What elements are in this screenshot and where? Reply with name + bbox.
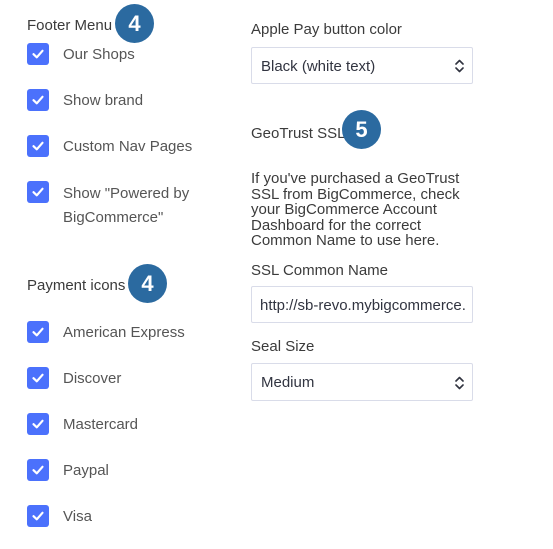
payment-item-discover[interactable]: Discover	[27, 367, 121, 390]
checkbox[interactable]	[27, 459, 49, 481]
checkbox-label: Custom Nav Pages	[63, 138, 193, 155]
geotrust-step-badge: 5	[342, 110, 381, 149]
checkmark-icon	[32, 49, 44, 59]
footer-menu-title: Footer Menu	[27, 17, 113, 34]
checkbox-label: Show "Powered by BigCommerce"	[63, 185, 190, 226]
footer-item-powered-by[interactable]: Show "Powered by BigCommerce"	[27, 181, 203, 230]
footer-item-our-shops[interactable]: Our Shops	[27, 43, 135, 66]
select-value: Black (white text)	[261, 58, 376, 75]
apple-pay-label: Apple Pay button color	[251, 21, 402, 38]
checkbox[interactable]	[27, 89, 49, 111]
select-arrows-icon	[455, 376, 464, 390]
geotrust-help-text: If you've purchased a GeoTrust SSL from …	[251, 170, 460, 249]
checkbox[interactable]	[27, 505, 49, 527]
checkbox-label: Visa	[63, 508, 92, 525]
checkmark-icon	[32, 511, 44, 521]
checkbox-label: American Express	[63, 324, 185, 341]
ssl-common-name-input[interactable]: http://sb-revo.mybigcommerce.com	[251, 286, 473, 323]
payment-icons-step-badge: 4	[128, 264, 167, 303]
input-value: http://sb-revo.mybigcommerce.com	[260, 297, 466, 314]
checkmark-icon	[32, 465, 44, 475]
checkbox[interactable]	[27, 135, 49, 157]
checkmark-icon	[32, 373, 44, 383]
checkmark-icon	[32, 141, 44, 151]
checkbox[interactable]	[27, 367, 49, 389]
checkmark-icon	[32, 187, 44, 197]
checkbox-label: Mastercard	[63, 416, 139, 433]
checkbox[interactable]	[27, 181, 49, 203]
payment-item-mastercard[interactable]: Mastercard	[27, 413, 138, 436]
seal-size-select[interactable]: Medium	[251, 363, 473, 401]
payment-item-amex[interactable]: American Express	[27, 321, 185, 344]
checkbox-label: Discover	[63, 370, 122, 387]
apple-pay-select[interactable]: Black (white text)	[251, 47, 473, 84]
checkmark-icon	[32, 95, 44, 105]
checkmark-icon	[32, 419, 44, 429]
checkbox[interactable]	[27, 413, 49, 435]
select-value: Medium	[261, 374, 315, 391]
checkbox[interactable]	[27, 43, 49, 65]
footer-item-show-brand[interactable]: Show brand	[27, 89, 143, 112]
footer-menu-step-badge: 4	[115, 4, 154, 43]
payment-item-paypal[interactable]: Paypal	[27, 459, 109, 482]
seal-size-label: Seal Size	[251, 338, 315, 355]
geotrust-title: GeoTrust SSL	[251, 125, 346, 142]
payment-icons-title: Payment icons	[27, 277, 126, 294]
ssl-common-name-label: SSL Common Name	[251, 262, 388, 279]
payment-item-visa[interactable]: Visa	[27, 505, 92, 528]
select-arrows-icon	[455, 59, 464, 73]
checkbox-label: Paypal	[63, 462, 109, 479]
checkbox-label: Show brand	[63, 92, 144, 109]
checkmark-icon	[32, 327, 44, 337]
checkbox-label: Our Shops	[63, 46, 135, 63]
checkbox[interactable]	[27, 321, 49, 343]
footer-item-custom-nav-pages[interactable]: Custom Nav Pages	[27, 135, 192, 158]
